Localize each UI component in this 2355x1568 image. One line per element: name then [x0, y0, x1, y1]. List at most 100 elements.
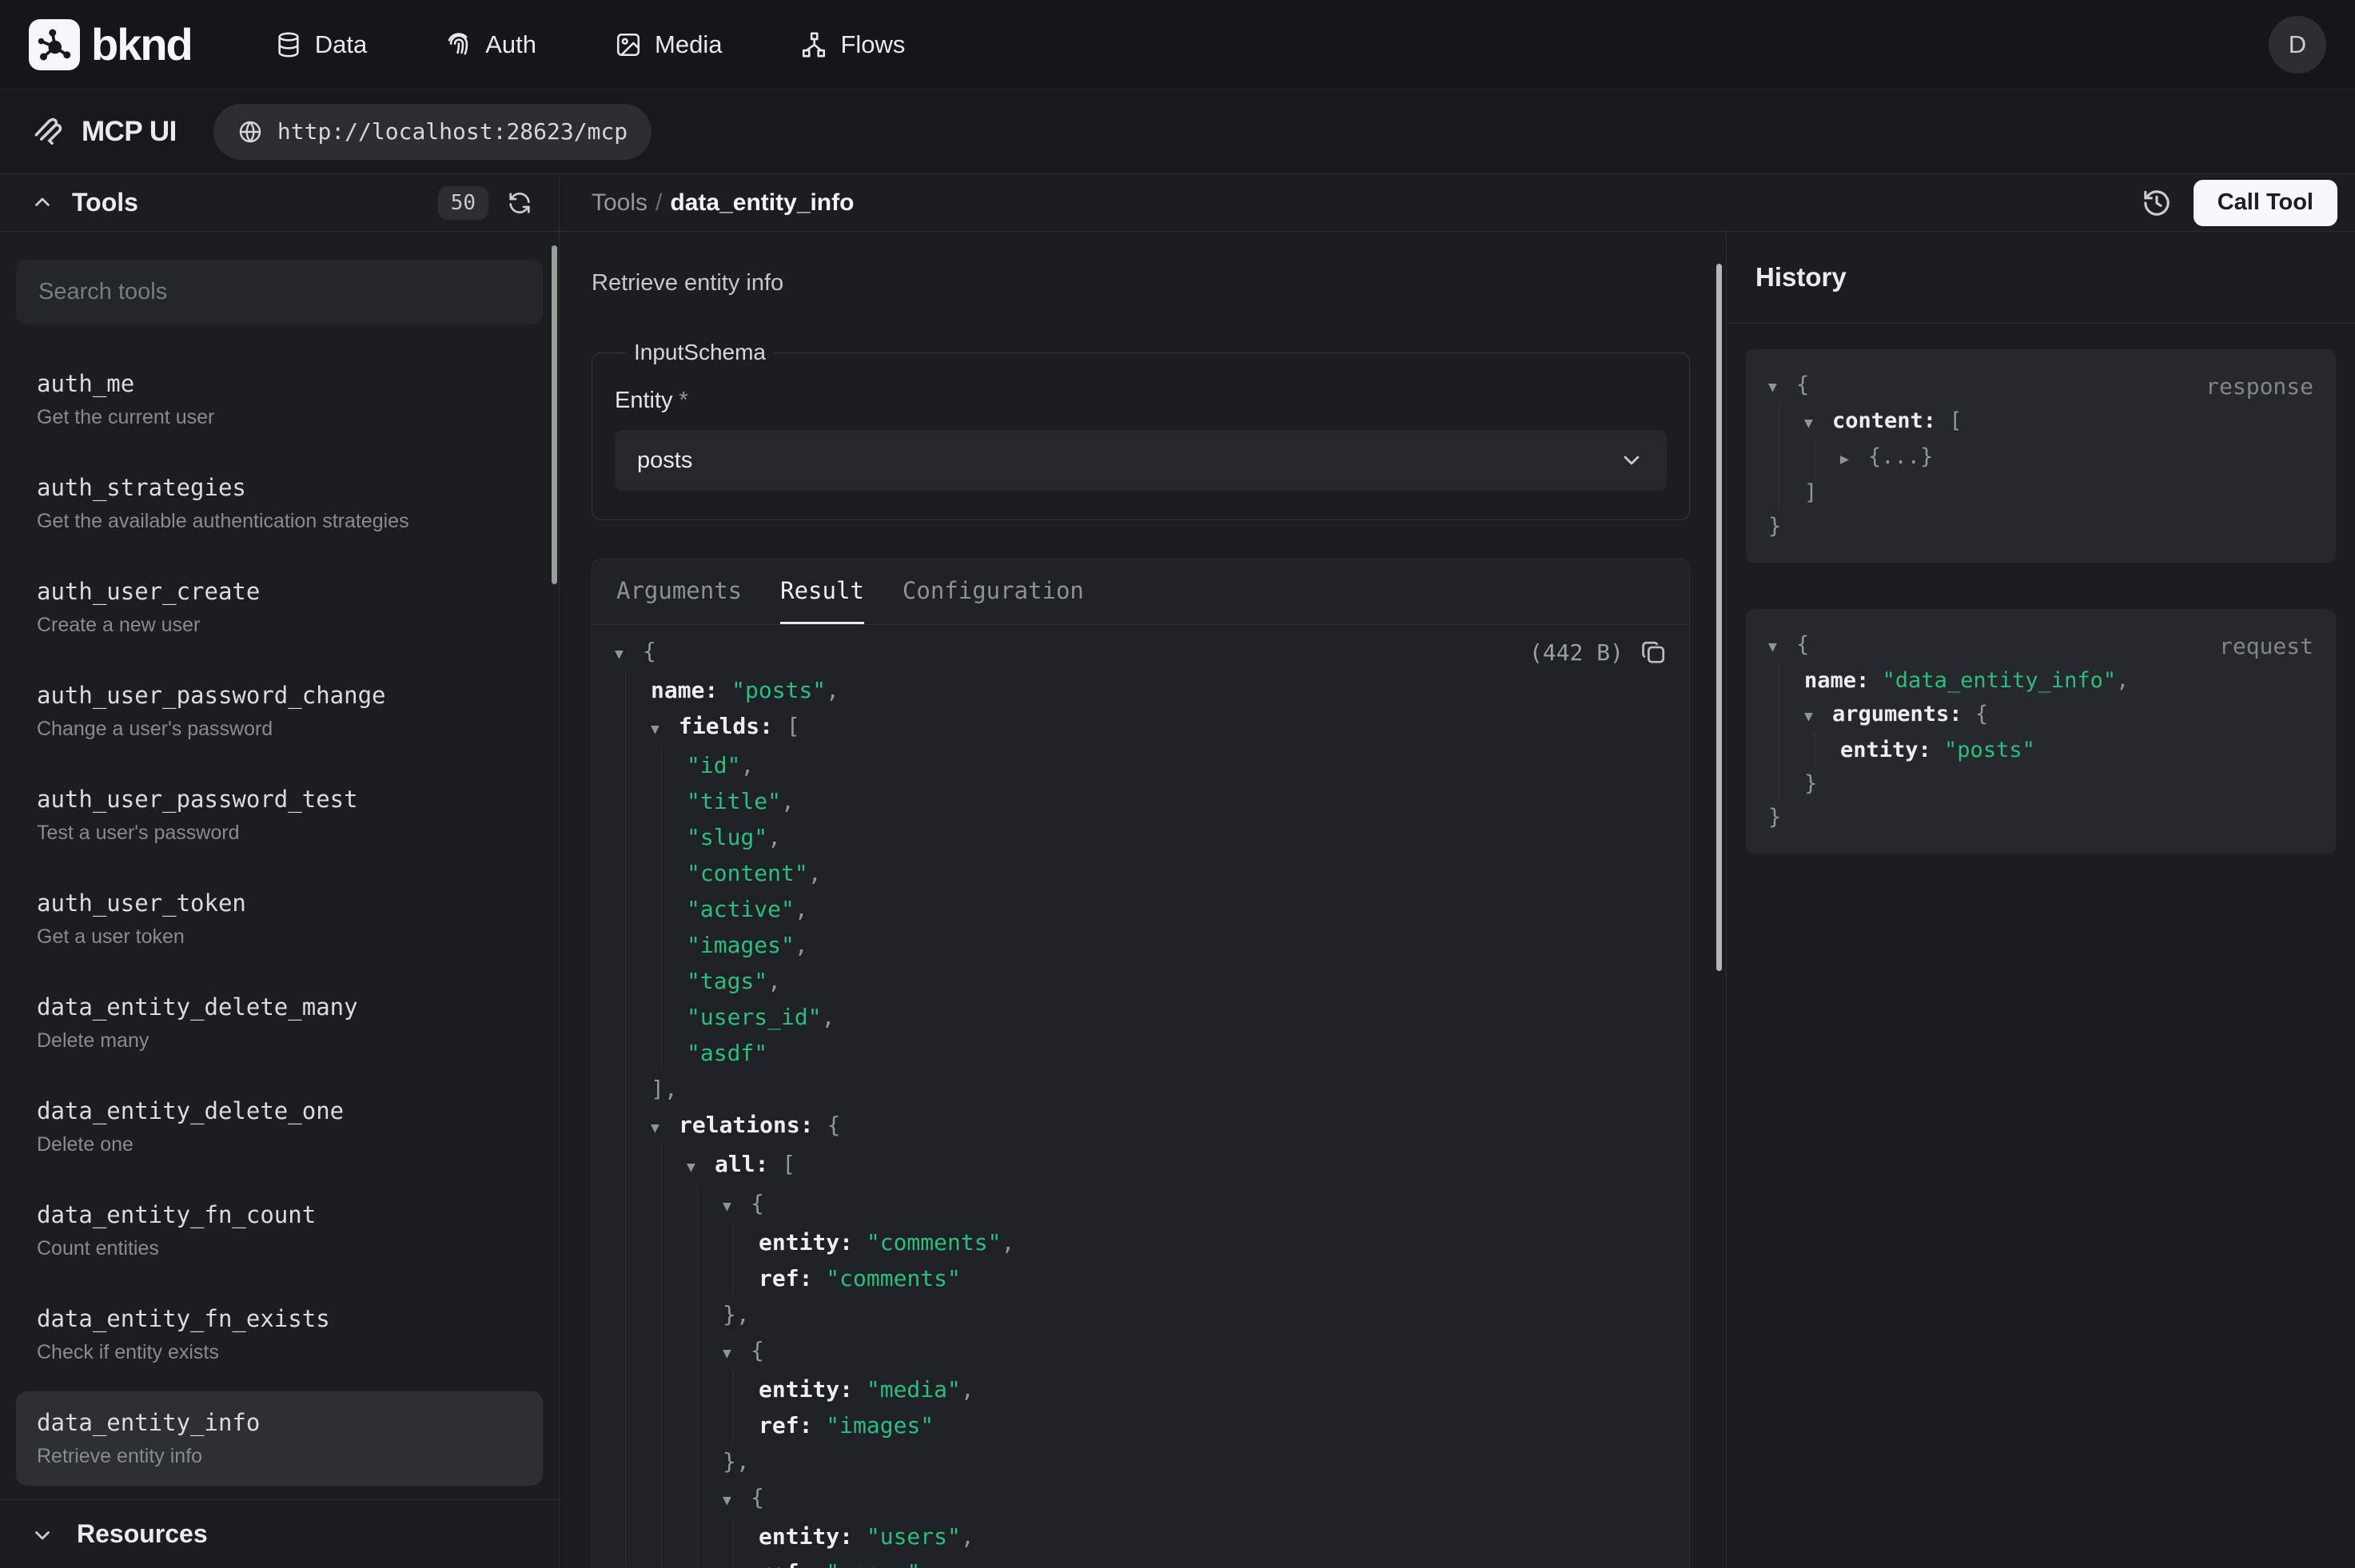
json-row-all[interactable]: ▼all: [ [687, 1146, 1667, 1185]
entity-select[interactable]: posts [615, 430, 1667, 491]
json-row: "active", [687, 891, 1667, 927]
mcp-subheader: MCP UI http://localhost:28623/mcp [0, 90, 2355, 174]
json-row: "content", [687, 855, 1667, 891]
json-row: "title", [687, 783, 1667, 819]
sidebar-scrollbar-thumb[interactable] [552, 245, 557, 584]
history-request-card[interactable]: ▼{ request name: "data_entity_info", ▼ar… [1746, 609, 2336, 854]
tool-description: Retrieve entity info [592, 270, 1690, 296]
tool-item-data_entity_fn_exists[interactable]: data_entity_fn_exists Check if entity ex… [16, 1287, 543, 1382]
json-row[interactable]: ▶{...} [1840, 440, 2313, 476]
mcp-icon [30, 114, 66, 149]
json-row: "id", [687, 747, 1667, 783]
workflow-icon [800, 31, 827, 58]
tool-item-data_entity_delete_one[interactable]: data_entity_delete_one Delete one [16, 1080, 543, 1174]
nav-item-media[interactable]: Media [615, 30, 722, 59]
tab-arguments[interactable]: Arguments [616, 559, 742, 624]
required-mark: * [679, 388, 688, 413]
database-icon [275, 31, 302, 58]
nav-item-flows[interactable]: Flows [800, 30, 905, 59]
user-avatar[interactable]: D [2269, 16, 2326, 74]
tool-item-data_entity_fn_count[interactable]: data_entity_fn_count Count entities [16, 1184, 543, 1278]
bknd-logo[interactable]: bknd [29, 18, 192, 70]
section-header-band: Tools 50 Tools/data_entity_info Call Too… [0, 174, 2355, 232]
tool-list: auth_me Get the current user auth_strate… [0, 352, 559, 1499]
input-schema-fieldset: InputSchema Entity* posts [592, 340, 1690, 520]
fingerprint-icon [445, 31, 472, 58]
tools-count-badge: 50 [438, 186, 488, 220]
copy-button[interactable] [1640, 639, 1667, 667]
nav-label: Data [315, 30, 367, 59]
json-row: } [1768, 510, 2313, 543]
server-url-pill[interactable]: http://localhost:28623/mcp [213, 104, 652, 160]
tool-item-auth_user_create[interactable]: auth_user_create Create a new user [16, 560, 543, 655]
nav-label: Flows [840, 30, 905, 59]
globe-icon [237, 119, 263, 145]
input-schema-legend: InputSchema [626, 340, 774, 365]
json-row: entity: "posts" [1840, 734, 2313, 767]
json-row[interactable]: ▼{ [723, 1332, 1667, 1371]
logo-text: bknd [91, 18, 192, 70]
json-row: }, [723, 1443, 1667, 1479]
json-row[interactable]: ▼content: [ [1804, 404, 2313, 440]
tool-item-auth_user_password_test[interactable]: auth_user_password_test Test a user's pa… [16, 768, 543, 862]
nav-label: Media [655, 30, 722, 59]
json-row: } [1804, 767, 2313, 801]
request-label: request [2219, 630, 2313, 663]
refresh-icon[interactable] [506, 189, 533, 217]
tool-item-data_entity_delete_many[interactable]: data_entity_delete_many Delete many [16, 976, 543, 1070]
history-title: History [1755, 262, 1847, 293]
nav-item-data[interactable]: Data [275, 30, 367, 59]
history-response-card[interactable]: ▼{ response ▼content: [ ▶{...} ] } [1746, 349, 2336, 563]
json-row: "tags", [687, 963, 1667, 999]
workspace: auth_me Get the current user auth_strate… [0, 232, 2355, 1568]
top-navbar: bknd Data [0, 0, 2355, 90]
entity-field-label: Entity* [615, 388, 1667, 414]
entity-select-value: posts [637, 448, 1619, 474]
server-url: http://localhost:28623/mcp [277, 118, 628, 145]
json-row-relations[interactable]: ▼relations: { [651, 1107, 1667, 1146]
json-row-fields[interactable]: ▼fields: [ [651, 708, 1667, 747]
tool-item-auth_strategies[interactable]: auth_strategies Get the available authen… [16, 456, 543, 551]
json-row[interactable]: ▼arguments: { [1804, 698, 2313, 734]
search-input[interactable] [16, 260, 543, 324]
history-header: History [1727, 232, 2355, 324]
tab-configuration[interactable]: Configuration [903, 559, 1084, 624]
json-row-root[interactable]: ▼{ (442 B) [615, 633, 1667, 672]
json-row: "slug", [687, 819, 1667, 855]
tools-section-title: Tools [72, 188, 138, 217]
avatar-initial: D [2289, 30, 2306, 59]
json-row[interactable]: ▼{ [723, 1185, 1667, 1224]
tool-item-data_entity_info[interactable]: data_entity_info Retrieve entity info [16, 1391, 543, 1486]
call-tool-button[interactable]: Call Tool [2194, 180, 2337, 226]
resources-section-header[interactable]: Resources [0, 1499, 559, 1568]
json-row: "images", [687, 927, 1667, 963]
history-panel: History ▼{ response ▼content: [ ▶{...} ] [1727, 232, 2355, 1568]
history-icon[interactable] [2141, 187, 2173, 219]
json-row[interactable]: ▼{ [723, 1479, 1667, 1518]
json-row: name: "posts", [651, 672, 1667, 708]
breadcrumb: Tools/data_entity_info [592, 189, 854, 217]
resources-section-title: Resources [77, 1519, 208, 1549]
tool-item-auth_user_password_change[interactable]: auth_user_password_change Change a user'… [16, 664, 543, 758]
json-row: "users_id", [687, 999, 1667, 1035]
json-row: ref: "users" [759, 1554, 1667, 1568]
tab-bar: Arguments Result Configuration [592, 559, 1689, 625]
tool-item-auth_me[interactable]: auth_me Get the current user [16, 352, 543, 447]
tab-result[interactable]: Result [780, 559, 864, 624]
nav-item-auth[interactable]: Auth [445, 30, 536, 59]
json-row: ] [1804, 476, 2313, 510]
breadcrumb-section[interactable]: Tools [592, 189, 648, 216]
json-row: ref: "images" [759, 1407, 1667, 1443]
tool-item-auth_user_token[interactable]: auth_user_token Get a user token [16, 872, 543, 966]
molecule-icon [29, 19, 80, 70]
content-scrollbar-thumb[interactable] [1716, 264, 1722, 971]
image-icon [615, 31, 642, 58]
json-row: name: "data_entity_info", [1804, 664, 2313, 698]
breadcrumb-bar: Tools/data_entity_info Call Tool [560, 174, 2355, 231]
nav-label: Auth [485, 30, 536, 59]
chevron-down-icon [30, 1522, 54, 1546]
breadcrumb-current: data_entity_info [670, 189, 854, 216]
chevron-up-icon[interactable] [30, 191, 54, 215]
tools-section-header: Tools 50 [0, 174, 560, 231]
json-row: } [1768, 801, 2313, 834]
